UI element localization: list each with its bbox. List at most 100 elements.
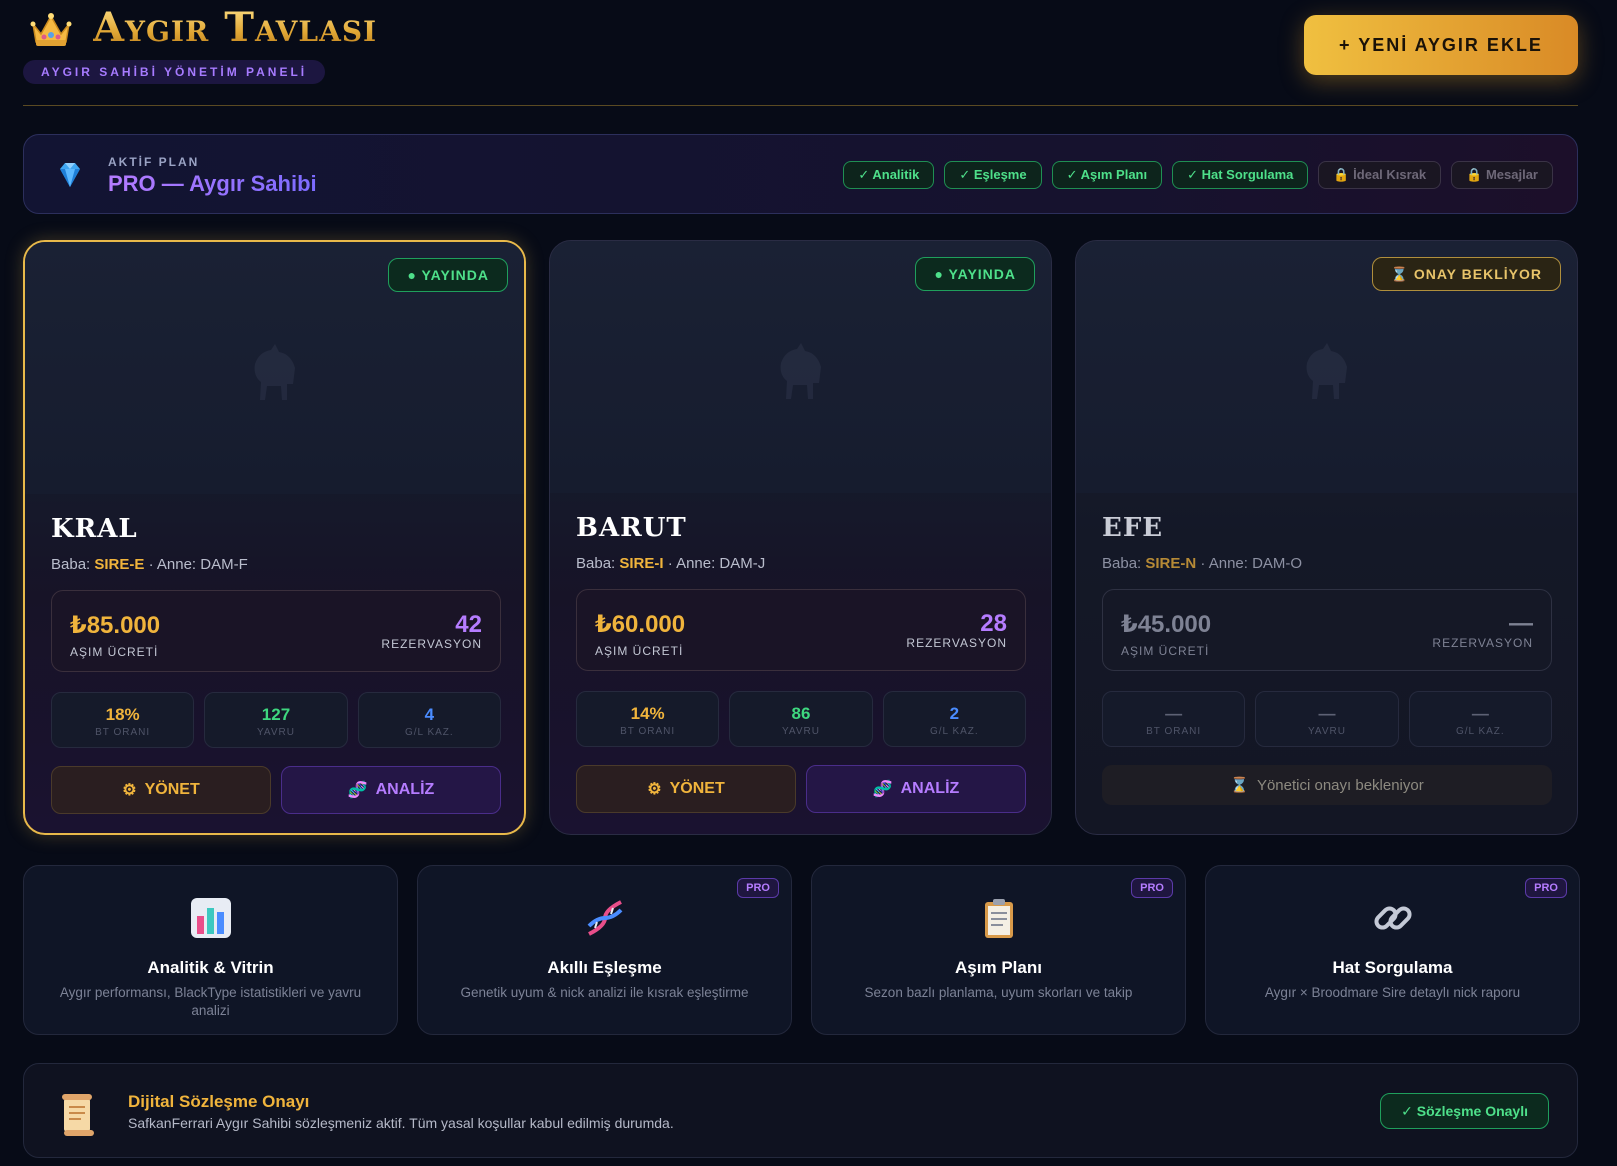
manage-button[interactable]: ⚙ YÖNET (51, 766, 271, 814)
feature-badge-ideal-mare-locked[interactable]: 🔒 İdeal Kısrak (1318, 161, 1442, 189)
gear-icon: ⚙ (647, 781, 662, 798)
stallion-card: ● YAYINDA KRAL Baba: SIRE-E · Anne: DAM-… (23, 240, 526, 835)
contract-approved-button[interactable]: ✓ Sözleşme Onaylı (1380, 1093, 1549, 1129)
stat-group-wins: 2 G/L KAZ. (882, 691, 1026, 747)
horse-icon (780, 343, 821, 399)
status-badge: ● YAYINDA (388, 258, 508, 292)
status-badge: ⌛ ONAY BEKLİYOR (1371, 257, 1561, 291)
analyze-label: ANALİZ (900, 780, 960, 797)
feature-badge-messages-locked[interactable]: 🔒 Mesajlar (1451, 161, 1553, 189)
feature-tile-smart-matching[interactable]: PRO Akıllı Eşleşme Genetik uyum & nick a… (417, 865, 792, 1035)
reservation-label: REZERVASYON (906, 636, 1007, 650)
digital-contract-panel: Dijital Sözleşme Onayı SafkanFerrari Ayg… (23, 1063, 1578, 1158)
reservation-count: — (1509, 610, 1533, 637)
reservation-label: REZERVASYON (381, 637, 482, 651)
stat-value: 2 (949, 704, 960, 723)
sire-label: Baba: (576, 555, 616, 572)
manage-label: YÖNET (144, 781, 200, 798)
pro-badge: PRO (1131, 878, 1173, 898)
stud-fee: ₺45.000 (1121, 611, 1212, 638)
feature-tile-line-query[interactable]: PRO Hat Sorgulama Aygır × Broodmare Sire… (1205, 865, 1580, 1035)
stallion-stats: 18% BT ORANI 127 YAVRU 4 G/L KAZ. (51, 692, 501, 748)
dna-icon: 🧬 (347, 782, 368, 799)
stallion-lineage: Baba: SIRE-E · Anne: DAM-F (51, 556, 248, 573)
stat-foals: — YAVRU (1255, 691, 1399, 747)
add-stallion-button[interactable]: + YENİ AYGIR EKLE (1304, 15, 1578, 75)
stallion-stats: — BT ORANI — YAVRU — G/L KAZ. (1102, 691, 1552, 747)
tile-title: Akıllı Eşleşme (547, 958, 662, 977)
pending-approval-notice: ⌛ Yönetici onayı bekleniyor (1102, 765, 1552, 805)
stud-fee-label: AŞIM ÜCRETİ (595, 644, 684, 658)
price-box: ₺60.000 AŞIM ÜCRETİ 28 REZERVASYON (576, 589, 1026, 671)
tile-title: Hat Sorgulama (1332, 958, 1453, 977)
stat-value: 127 (261, 705, 291, 724)
reservation-label: REZERVASYON (1432, 636, 1533, 650)
sire-name: SIRE-I (619, 555, 664, 572)
manage-label: YÖNET (669, 780, 725, 797)
dam-text: · Anne: DAM-O (1200, 555, 1303, 572)
tile-title: Aşım Planı (955, 958, 1042, 977)
status-badge: ● YAYINDA (915, 257, 1035, 291)
stat-bt-ratio: 18% BT ORANI (51, 692, 195, 748)
horse-icon (254, 344, 295, 400)
stat-foals: 86 YAVRU (729, 691, 873, 747)
stat-label: YAVRU (257, 727, 295, 738)
brand-title: Aygır Tavlası (93, 4, 378, 51)
stat-label: G/L KAZ. (1455, 726, 1505, 737)
stat-group-wins: 4 G/L KAZ. (357, 692, 501, 748)
dam-text: · Anne: DAM-J (667, 555, 766, 572)
crown-icon (30, 13, 72, 46)
stat-value: 4 (424, 705, 435, 724)
stud-fee-label: AŞIM ÜCRETİ (1121, 644, 1210, 658)
bar-chart-icon (190, 898, 231, 938)
stallion-lineage: Baba: SIRE-I · Anne: DAM-J (576, 555, 765, 572)
pro-badge: PRO (1525, 878, 1567, 898)
card-actions: ⚙ YÖNET 🧬 ANALİZ (51, 766, 501, 814)
plan-label: AKTİF PLAN (108, 155, 200, 169)
card-actions: ⚙ YÖNET 🧬 ANALİZ (576, 765, 1026, 813)
price-box: ₺85.000 AŞIM ÜCRETİ 42 REZERVASYON (51, 590, 501, 672)
feature-tile-breeding-plan[interactable]: PRO Aşım Planı Sezon bazlı planlama, uyu… (811, 865, 1186, 1035)
dam-text: · Anne: DAM-F (148, 556, 248, 573)
analyze-button[interactable]: 🧬 ANALİZ (806, 765, 1026, 813)
manage-button[interactable]: ⚙ YÖNET (576, 765, 796, 813)
stallion-name: BARUT (576, 513, 687, 543)
analyze-button[interactable]: 🧬 ANALİZ (281, 766, 501, 814)
feature-badge-line-query: ✓ Hat Sorgulama (1172, 161, 1309, 189)
stallion-stats: 14% BT ORANI 86 YAVRU 2 G/L KAZ. (576, 691, 1026, 747)
feature-badge-analytics: ✓ Analitik (843, 161, 935, 189)
sire-label: Baba: (51, 556, 91, 573)
horse-icon (1306, 343, 1347, 399)
tile-title: Analitik & Vitrin (147, 958, 274, 977)
stat-group-wins: — G/L KAZ. (1408, 691, 1552, 747)
stat-label: YAVRU (782, 726, 820, 737)
stat-label: YAVRU (1308, 726, 1346, 737)
header: Aygır Tavlası AYGIR SAHİBİ YÖNETİM PANEL… (23, 0, 1578, 106)
sire-name: SIRE-N (1145, 555, 1197, 572)
page: Aygır Tavlası AYGIR SAHİBİ YÖNETİM PANEL… (23, 0, 1580, 1158)
reservation-count: 28 (980, 610, 1007, 637)
tile-description: Aygır performansı, BlackType istatistikl… (59, 985, 362, 1018)
feature-tile-analytics[interactable]: Analitik & Vitrin Aygır performansı, Bla… (23, 865, 398, 1035)
clipboard-icon (984, 899, 1013, 938)
pending-text: Yönetici onayı bekleniyor (1256, 776, 1424, 794)
hourglass-icon: ⌛ (1230, 777, 1249, 794)
gear-icon: ⚙ (122, 782, 137, 799)
pro-badge: PRO (737, 878, 779, 898)
stud-fee: ₺60.000 (595, 611, 686, 638)
dna-icon (587, 900, 622, 936)
stallion-card: ● YAYINDA BARUT Baba: SIRE-I · Anne: DAM… (549, 240, 1052, 835)
stat-bt-ratio: — BT ORANI (1102, 691, 1246, 747)
contract-description: SafkanFerrari Aygır Sahibi sözleşmeniz a… (128, 1115, 674, 1131)
stat-value: — (1165, 704, 1183, 723)
stallion-name: KRAL (51, 514, 138, 544)
stat-label: BT ORANI (620, 726, 676, 737)
panel-subtitle: AYGIR SAHİBİ YÖNETİM PANELİ (23, 60, 326, 84)
feature-badge-breeding-plan: ✓ Aşım Planı (1051, 161, 1163, 189)
tile-description: Genetik uyum & nick analizi ile kısrak e… (460, 985, 749, 1000)
stat-foals: 127 YAVRU (204, 692, 348, 748)
active-plan-bar: AKTİF PLAN PRO — Aygır Sahibi ✓ Analitik… (23, 134, 1578, 214)
stat-bt-ratio: 14% BT ORANI (576, 691, 720, 747)
stat-value: 14% (630, 704, 665, 723)
stat-value: 18% (105, 705, 140, 724)
